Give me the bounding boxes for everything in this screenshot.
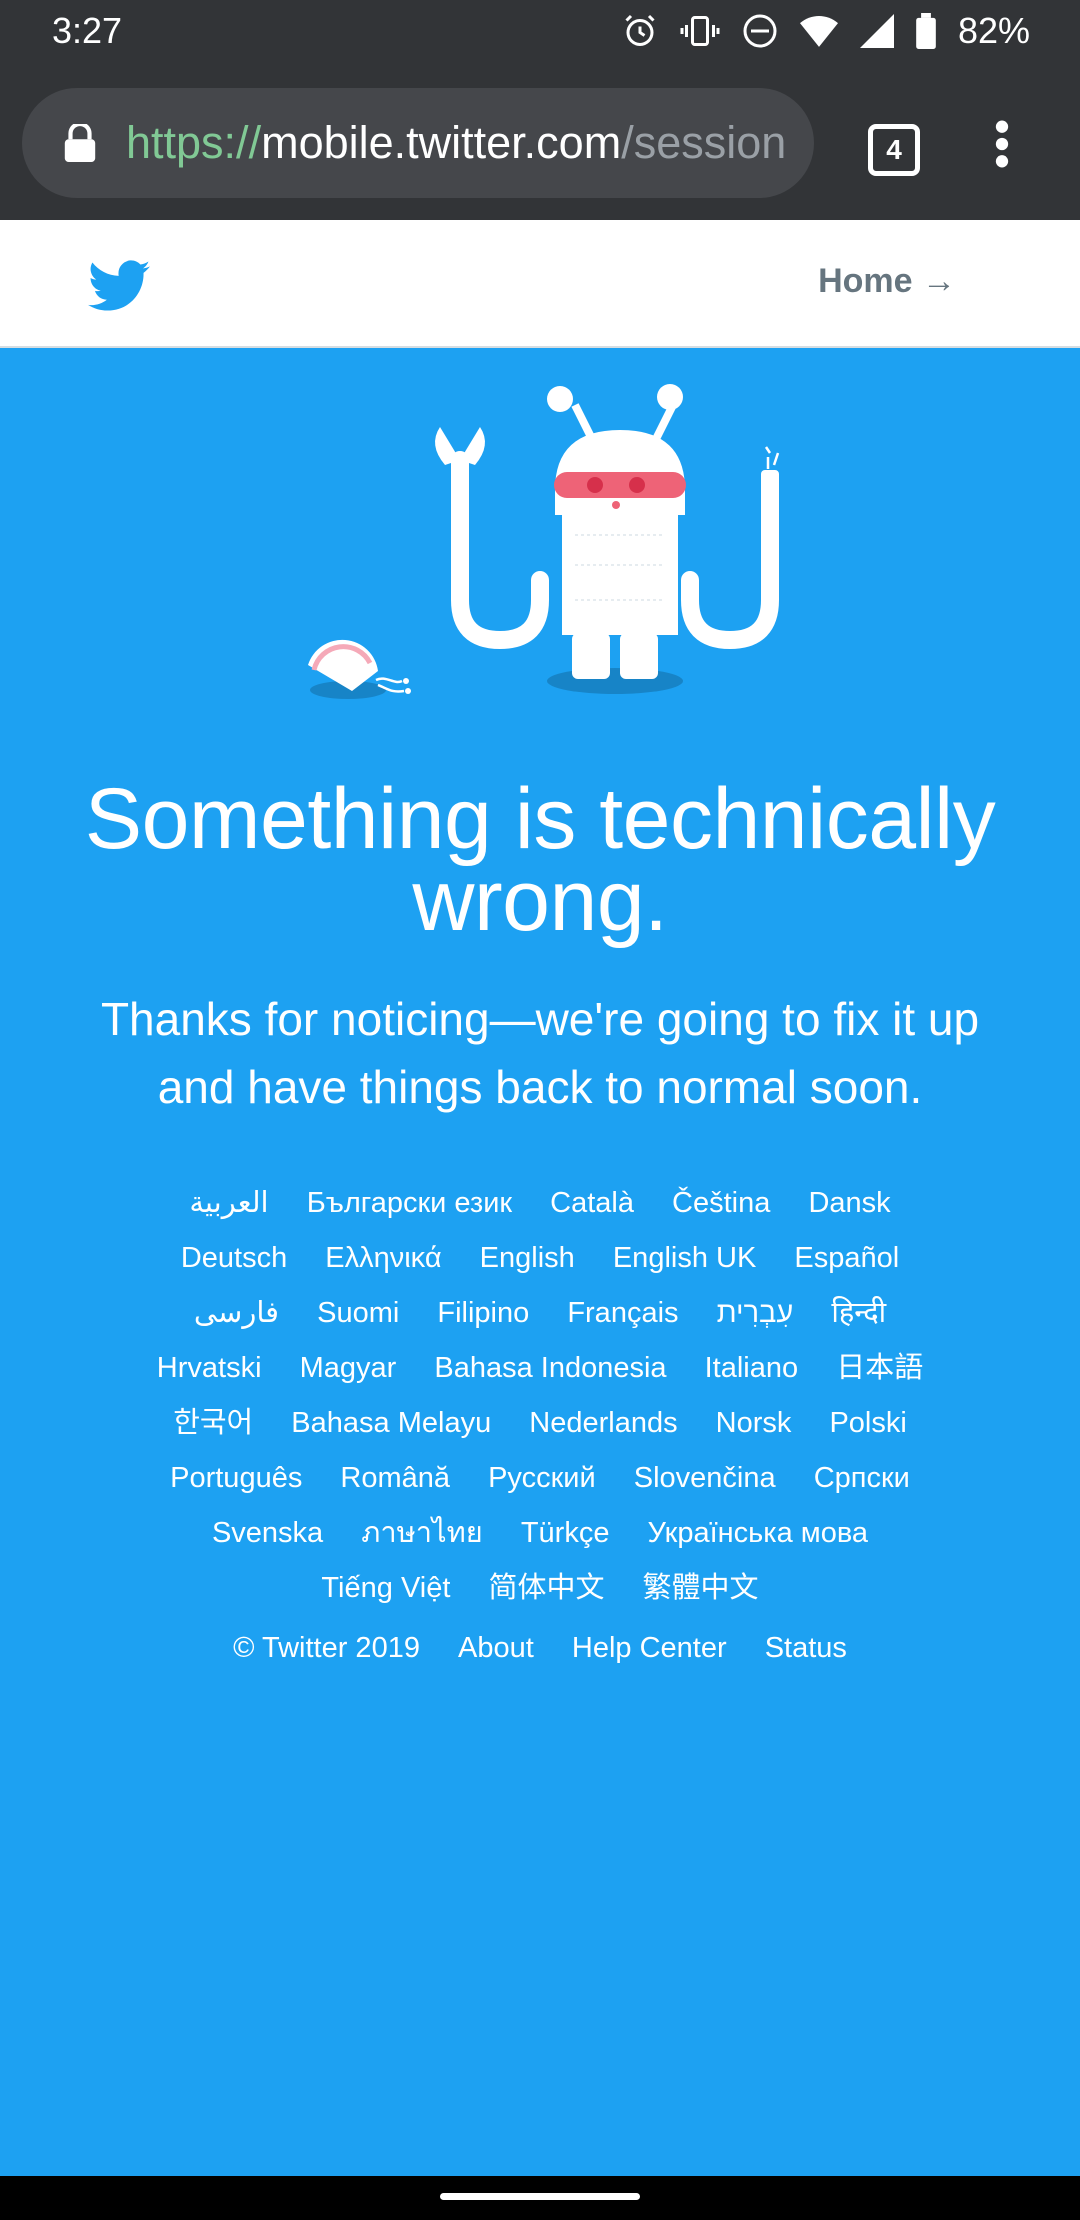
tab-switcher-button[interactable]: 4 [868,124,920,176]
language-link[interactable]: Українська мова [648,1506,869,1561]
language-link[interactable]: 繁體中文 [643,1561,759,1616]
twitter-bird-icon[interactable] [88,260,150,317]
wifi-icon [799,14,838,48]
language-link[interactable]: Magyar [300,1341,397,1396]
language-link[interactable]: فارسی [194,1286,279,1341]
system-nav-bar [0,2176,1080,2220]
url-text[interactable]: https://mobile.twitter.com/session [126,117,806,169]
language-link[interactable]: Nederlands [529,1396,677,1451]
language-link[interactable]: Suomi [317,1286,399,1341]
language-link[interactable]: Dansk [808,1176,890,1231]
home-gesture-handle[interactable] [440,2193,640,2200]
page-header: Home → [0,220,1080,348]
browser-toolbar: https://mobile.twitter.com/session 4 [0,64,1080,220]
language-link[interactable]: English UK [613,1231,756,1286]
help-center-link[interactable]: Help Center [572,1632,727,1664]
language-link[interactable]: Italiano [705,1341,799,1396]
language-link[interactable]: Polski [829,1396,906,1451]
language-link[interactable]: Bahasa Melayu [291,1396,491,1451]
vibrate-icon [680,13,720,49]
language-link[interactable]: Türkçe [521,1506,610,1561]
error-message: Thanks for noticing—we're going to fix i… [100,993,980,1113]
language-link[interactable]: Bahasa Indonesia [434,1341,666,1396]
language-link[interactable]: Español [794,1231,899,1286]
language-link[interactable]: Română [340,1451,450,1506]
language-link[interactable]: Čeština [672,1176,770,1231]
language-link[interactable]: Français [567,1286,678,1341]
alarm-icon [622,13,658,49]
battery-level: 82% [957,10,1030,51]
language-link[interactable]: עִבְרִית [717,1286,794,1341]
home-link[interactable]: Home → [818,262,956,301]
language-link[interactable]: Português [170,1451,302,1506]
url-path: /session [621,117,787,168]
battery-icon [916,13,936,49]
status-time: 3:27 [52,10,123,51]
more-menu-icon[interactable] [990,119,1014,174]
language-link[interactable]: Tiếng Việt [321,1561,450,1616]
language-link[interactable]: English [480,1231,575,1286]
page-footer: © Twitter 2019 About Help Center Status [0,1632,1080,1665]
language-link[interactable]: 日本語 [836,1341,923,1396]
language-link[interactable]: Български език [307,1176,512,1231]
broken-robot-illustration [308,384,780,699]
language-link[interactable]: Русский [488,1451,596,1506]
about-link[interactable]: About [458,1632,534,1664]
language-link[interactable]: Deutsch [181,1231,287,1286]
error-headline: Something is technically wrong. [84,771,996,949]
language-link[interactable]: Српски [814,1451,910,1506]
language-link[interactable]: Filipino [437,1286,529,1341]
copyright-text: © Twitter 2019 [233,1632,420,1664]
language-link[interactable]: ภาษาไทย [361,1506,483,1561]
language-list: العربية Български език Català Čeština Da… [140,1176,940,1616]
do-not-disturb-icon [742,13,778,49]
lock-icon[interactable] [64,121,96,167]
signal-icon [859,14,894,48]
status-link[interactable]: Status [765,1632,847,1664]
language-link[interactable]: Slovenčina [634,1451,776,1506]
language-link[interactable]: Svenska [212,1506,323,1561]
address-bar[interactable]: https://mobile.twitter.com/session [22,88,814,198]
url-scheme: https:// [126,117,262,168]
language-link[interactable]: العربية [189,1176,268,1231]
language-link[interactable]: Català [550,1176,634,1231]
language-link[interactable]: Ελληνικά [325,1231,441,1286]
language-link[interactable]: 简体中文 [488,1561,604,1616]
language-link[interactable]: 한국어 [173,1396,253,1451]
url-host: mobile.twitter.com [261,117,622,168]
status-bar: 3:27 82% [0,0,1080,64]
status-icons: 82% [622,10,1030,52]
language-link[interactable]: हिन्दी [831,1286,886,1341]
language-link[interactable]: Norsk [716,1396,792,1451]
language-link[interactable]: Hrvatski [157,1341,262,1396]
